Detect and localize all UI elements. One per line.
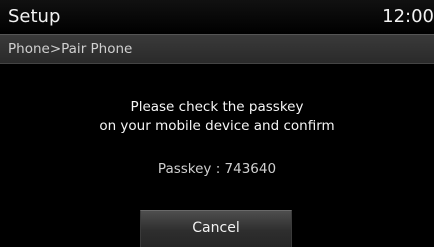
screen-title: Setup — [8, 6, 61, 27]
header-bar: Setup 12:00 — [0, 0, 434, 34]
clock: 12:00 — [382, 6, 434, 27]
breadcrumb-bar: Phone>Pair Phone — [0, 34, 434, 64]
pairing-screen: Setup 12:00 Phone>Pair Phone Please chec… — [0, 0, 434, 247]
cancel-button[interactable]: Cancel — [140, 210, 292, 247]
breadcrumb: Phone>Pair Phone — [8, 41, 133, 57]
passkey-value: Passkey : 743640 — [157, 161, 277, 177]
instruction-line-1: Please check the passkey — [130, 99, 304, 115]
passkey-instruction: Please check the passkey on your mobile … — [0, 98, 434, 136]
instruction-line-2: on your mobile device and confirm — [99, 118, 335, 134]
